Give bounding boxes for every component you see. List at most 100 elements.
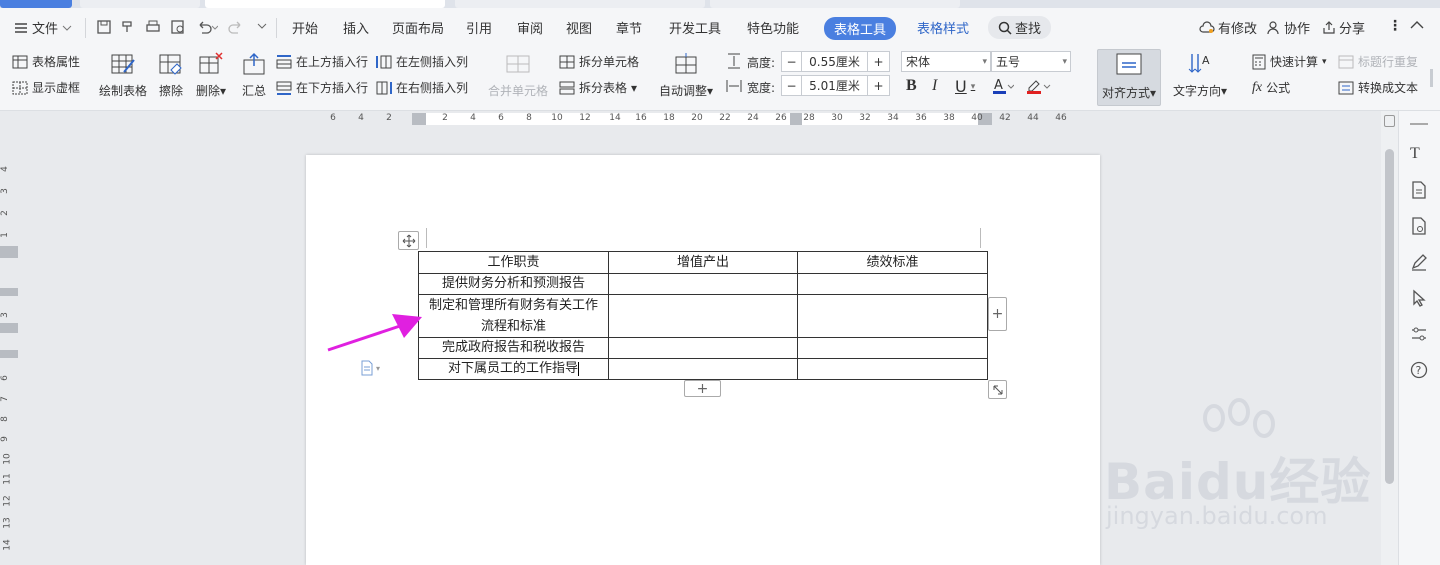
table-cell-active[interactable]: 对下属员工的工作指导 [418,358,609,380]
tab-references[interactable]: 引用 [466,18,492,37]
auto-fit-button[interactable]: 自动调整▾ [659,52,713,99]
vertical-scrollbar[interactable] [1381,111,1398,565]
save-icon[interactable] [96,19,112,35]
tab-table-style[interactable]: 表格样式 [917,18,969,37]
table-cell[interactable] [608,358,798,380]
tab-view[interactable]: 视图 [566,18,592,37]
resize-table-icon[interactable] [988,380,1007,399]
text-style-icon[interactable]: T [1410,145,1420,163]
font-name-select[interactable]: 宋体 ▾ [901,51,991,72]
doc-tab-1[interactable] [80,0,200,8]
tab-developer[interactable]: 开发工具 [669,18,721,37]
summary-button[interactable]: 汇总 [241,52,267,99]
insert-row-above-button[interactable]: 在上方插入行 [276,53,368,70]
tab-page-layout[interactable]: 页面布局 [392,18,444,37]
document-icon[interactable] [1410,181,1428,199]
table-properties-button[interactable]: 表格属性 [12,53,80,70]
tab-insert[interactable]: 插入 [343,18,369,37]
print-icon[interactable] [145,19,161,35]
table-cell[interactable]: 提供财务分析和预测报告 [418,273,609,295]
tab-start[interactable]: 开始 [292,18,318,37]
modified-status[interactable]: 有修改 [1199,18,1257,37]
height-decrement[interactable]: − [782,52,802,71]
tab-chapter[interactable]: 章节 [616,18,642,37]
quick-calc-button[interactable]: 快速计算 ▾ [1252,53,1327,70]
formula-button[interactable]: fx 公式 [1252,79,1290,96]
table-cell[interactable] [797,358,988,380]
italic-button[interactable]: I [932,77,937,95]
horizontal-ruler[interactable]: 6 4 2 2 4 6 8 10 12 14 16 18 20 22 24 26 28 30 32 34 36 38 40 4… [0,111,1440,128]
doc-tab-active[interactable] [205,0,445,8]
print-preview-icon[interactable] [170,19,186,35]
insert-row-below-button[interactable]: 在下方插入行 [276,79,368,96]
collapse-ribbon-icon[interactable] [1410,20,1424,30]
cursor-icon[interactable] [1410,289,1428,307]
underline-button[interactable]: U ▾ [955,77,975,96]
show-gridlines-button[interactable]: 显示虚框 [12,79,80,96]
ruler-margin-left[interactable] [412,113,426,125]
pen-icon[interactable] [1410,253,1428,271]
font-color-icon[interactable]: A [992,77,1014,95]
table-cell[interactable] [797,337,988,359]
tab-review[interactable]: 审阅 [517,18,543,37]
erase-button[interactable]: 擦除 [158,52,184,99]
repeat-header-button[interactable]: 标题行重复 [1338,53,1418,70]
merge-cells-button[interactable]: 合并单元格 [488,52,548,99]
insert-col-left-button[interactable]: 在左侧插入列 [376,53,468,70]
table-cell[interactable]: 制定和管理所有财务有关工作流程和标准 [418,294,609,338]
text-direction-button[interactable]: A 文字方向▾ [1173,52,1227,99]
format-painter-icon[interactable] [120,19,136,35]
collab-button[interactable]: 协作 [1267,18,1310,37]
customize-arrow-icon[interactable] [256,21,268,31]
height-increment[interactable]: + [867,52,889,71]
doc-tab-4[interactable] [710,0,960,8]
table-cell[interactable]: 完成政府报告和税收报告 [418,337,609,359]
height-value[interactable]: 0.55厘米 [802,52,867,71]
share-button[interactable]: 分享 [1322,18,1365,37]
header-cell-standard[interactable]: 绩效标准 [797,251,988,274]
bold-button[interactable]: B [906,77,917,95]
split-table-button[interactable]: 拆分表格 ▾ [559,79,637,96]
width-stepper[interactable]: − 5.01厘米 + [781,75,890,96]
search-button[interactable]: 查找 [988,16,1052,39]
add-row-button[interactable]: + [684,380,721,397]
split-cells-button[interactable]: 拆分单元格 [559,53,639,70]
table-cell[interactable] [608,337,798,359]
header-cell-duty[interactable]: 工作职责 [418,251,609,274]
undo-icon[interactable] [196,19,218,35]
font-size-select[interactable]: 五号 ▾ [991,51,1071,72]
ribbon-scroll-grip[interactable] [1430,69,1433,87]
tab-table-tools[interactable]: 表格工具 [824,17,897,40]
header-cell-value[interactable]: 增值产出 [608,251,798,274]
document-settings-icon[interactable] [1410,217,1428,235]
table-cell[interactable] [797,273,988,295]
sliders-icon[interactable] [1410,325,1428,343]
tab-special[interactable]: 特色功能 [747,18,799,37]
help-icon[interactable]: ? [1410,361,1428,379]
file-menu[interactable]: 文件 [14,18,72,37]
convert-to-text-button[interactable]: 转换成文本 [1338,79,1418,96]
table-move-handle-icon[interactable] [398,231,419,250]
height-stepper[interactable]: − 0.55厘米 + [781,51,890,72]
insert-col-right-button[interactable]: 在右侧插入列 [376,79,468,96]
table-cell[interactable] [797,294,988,338]
width-value[interactable]: 5.01厘米 [802,76,867,95]
scroll-thumb[interactable] [1385,149,1394,484]
width-decrement[interactable]: − [782,76,802,95]
redo-icon[interactable] [228,19,244,35]
scroll-up-button[interactable] [1384,115,1395,127]
align-button[interactable]: 对齐方式▾ [1097,49,1162,106]
more-icon[interactable]: ⋮ [1388,18,1402,34]
draw-table-button[interactable]: 绘制表格 [99,52,147,99]
document-table[interactable]: 工作职责 增值产出 绩效标准 提供财务分析和预测报告 制定和管理所有财务有关工作… [418,251,988,380]
delete-button[interactable]: 删除▾ [196,52,226,99]
vertical-ruler[interactable]: 4 3 2 1 3 6 7 8 9 10 11 12 13 14 [0,128,18,565]
doc-tab-3[interactable] [455,0,705,8]
home-tab[interactable] [0,0,72,8]
highlight-icon[interactable] [1026,77,1052,95]
table-cell[interactable] [608,294,798,338]
table-cell[interactable] [608,273,798,295]
add-column-button[interactable]: + [988,297,1007,331]
paragraph-layout-icon[interactable]: ▾ [360,360,380,376]
width-increment[interactable]: + [867,76,889,95]
